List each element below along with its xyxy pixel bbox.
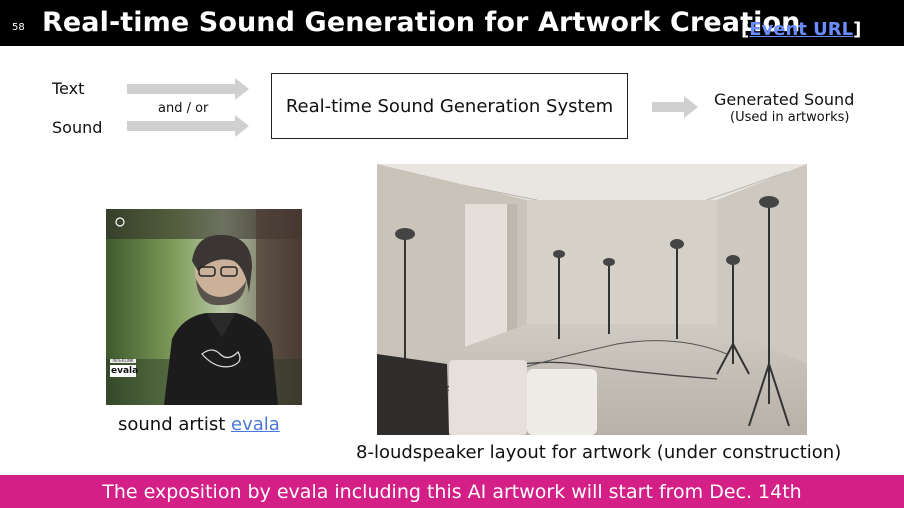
system-label: Real-time Sound Generation System bbox=[285, 95, 614, 117]
portrait-badge-name: evala bbox=[111, 366, 139, 376]
output-note: (Used in artworks) bbox=[730, 110, 850, 125]
announcement-banner: The exposition by evala including this A… bbox=[0, 475, 904, 508]
portrait-caption: sound artist evala bbox=[118, 414, 280, 435]
bracket-close: ] bbox=[853, 19, 862, 40]
bracket-open: [ bbox=[741, 19, 750, 40]
evala-link[interactable]: evala bbox=[231, 414, 280, 435]
arrow-right-icon bbox=[127, 78, 249, 100]
speaker-room-photo bbox=[377, 164, 807, 435]
portrait-badge-small: INTERLINK bbox=[112, 358, 134, 363]
arrow-right-icon bbox=[127, 115, 249, 137]
input-text-label: Text bbox=[52, 79, 85, 98]
event-link-group: [Event URL] bbox=[741, 19, 861, 40]
arrow-right-icon bbox=[652, 96, 698, 118]
announcement-text: The exposition by evala including this A… bbox=[102, 480, 802, 503]
artist-portrait-photo: INTERLINK evala bbox=[106, 209, 302, 405]
output-label: Generated Sound bbox=[714, 90, 855, 109]
event-url-link[interactable]: Event URL bbox=[749, 19, 853, 40]
slide-title: Real-time Sound Generation for Artwork C… bbox=[42, 7, 801, 38]
system-box: Real-time Sound Generation System bbox=[271, 73, 628, 139]
input-sound-label: Sound bbox=[52, 118, 103, 137]
portrait-caption-prefix: sound artist bbox=[118, 414, 232, 435]
slide-number: 58 bbox=[12, 22, 25, 33]
room-photo-caption: 8-loudspeaker layout for artwork (under … bbox=[356, 442, 842, 463]
and-or-label: and / or bbox=[158, 101, 209, 116]
